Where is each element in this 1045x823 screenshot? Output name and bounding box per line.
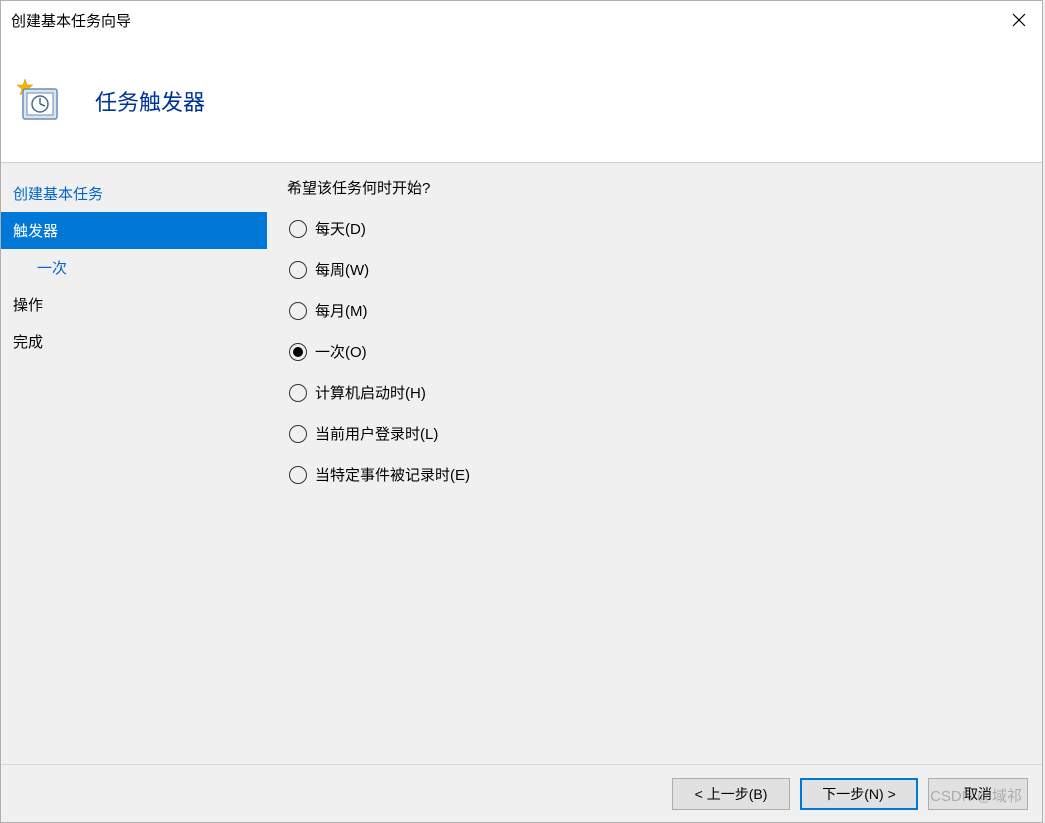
sidebar-step-4[interactable]: 完成: [1, 323, 267, 360]
next-button[interactable]: 下一步(N) >: [800, 778, 918, 810]
trigger-option-3[interactable]: 一次(O): [289, 341, 1022, 362]
wizard-content: 希望该任务何时开始? 每天(D) 每周(W) 每月(M) 一次(O) 计算机启动时(H)…: [267, 163, 1042, 764]
trigger-option-4[interactable]: 计算机启动时(H): [289, 382, 1022, 403]
close-icon: [1012, 13, 1026, 27]
trigger-radio-group: 每天(D) 每周(W) 每月(M) 一次(O) 计算机启动时(H) 当前用户登录时(L) 当…: [287, 218, 1022, 485]
radio-icon: [289, 425, 307, 443]
trigger-option-6[interactable]: 当特定事件被记录时(E): [289, 464, 1022, 485]
sidebar-step-1[interactable]: 触发器: [1, 212, 267, 249]
wizard-dialog: 创建基本任务向导 任务触发器 创建基本任务触发器一次操作完成 希望该任务何时开始…: [0, 0, 1043, 823]
sidebar-step-2[interactable]: 一次: [1, 249, 267, 286]
radio-icon: [289, 466, 307, 484]
radio-icon: [289, 220, 307, 238]
close-button[interactable]: [996, 1, 1042, 39]
wizard-steps-sidebar: 创建基本任务触发器一次操作完成: [1, 163, 267, 764]
radio-icon: [289, 302, 307, 320]
task-scheduler-icon: [15, 77, 63, 125]
radio-label: 当前用户登录时(L): [315, 423, 438, 444]
sidebar-step-0[interactable]: 创建基本任务: [1, 175, 267, 212]
radio-label: 每天(D): [315, 218, 366, 239]
titlebar: 创建基本任务向导: [1, 1, 1042, 39]
radio-icon: [289, 261, 307, 279]
trigger-option-0[interactable]: 每天(D): [289, 218, 1022, 239]
sidebar-step-3[interactable]: 操作: [1, 286, 267, 323]
wizard-body: 创建基本任务触发器一次操作完成 希望该任务何时开始? 每天(D) 每周(W) 每月(…: [1, 163, 1042, 764]
wizard-header: 任务触发器: [1, 39, 1042, 163]
trigger-option-2[interactable]: 每月(M): [289, 300, 1022, 321]
radio-icon: [289, 343, 307, 361]
wizard-footer: < 上一步(B) 下一步(N) > 取消: [1, 764, 1042, 822]
radio-label: 当特定事件被记录时(E): [315, 464, 470, 485]
page-title: 任务触发器: [95, 85, 205, 117]
trigger-option-5[interactable]: 当前用户登录时(L): [289, 423, 1022, 444]
radio-icon: [289, 384, 307, 402]
radio-label: 计算机启动时(H): [315, 382, 426, 403]
cancel-button[interactable]: 取消: [928, 778, 1028, 810]
window-title: 创建基本任务向导: [11, 10, 131, 31]
radio-label: 一次(O): [315, 341, 367, 362]
radio-label: 每周(W): [315, 259, 369, 280]
trigger-option-1[interactable]: 每周(W): [289, 259, 1022, 280]
back-button[interactable]: < 上一步(B): [672, 778, 790, 810]
radio-label: 每月(M): [315, 300, 368, 321]
trigger-prompt: 希望该任务何时开始?: [287, 177, 1022, 198]
